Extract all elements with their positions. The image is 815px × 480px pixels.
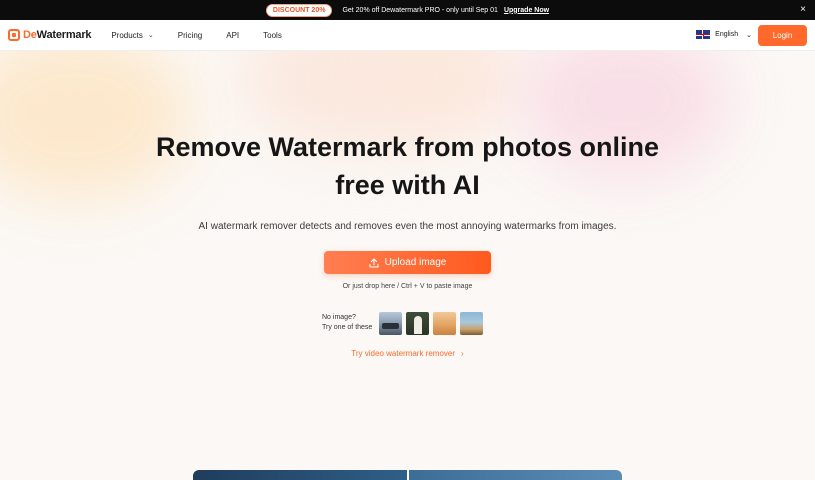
sample-thumbnail-desert[interactable] xyxy=(433,311,457,335)
preview-after xyxy=(409,470,622,480)
drop-hint: Or just drop here / Ctrl + V to paste im… xyxy=(342,283,473,290)
samples-label-line-1: No image? xyxy=(322,314,356,321)
promo-bar: DISCOUNT 20% Get 20% off Dewatermark PRO… xyxy=(0,0,815,20)
upgrade-now-link[interactable]: Upgrade Now xyxy=(504,7,549,14)
sample-images: No image? Try one of these xyxy=(322,311,487,335)
before-after-preview xyxy=(193,470,622,480)
sample-thumbnail-car[interactable] xyxy=(379,311,403,335)
page-title-line-2: free with AI xyxy=(335,170,480,200)
video-watermark-remover-link[interactable]: Try video watermark remover › xyxy=(0,349,815,358)
close-icon[interactable]: × xyxy=(797,4,809,16)
nav-api[interactable]: API xyxy=(226,31,239,40)
language-label: English xyxy=(715,31,739,38)
nav-products-label: Products xyxy=(111,30,143,40)
upload-image-button[interactable]: Upload image xyxy=(324,251,491,274)
chevron-down-icon: ⌄ xyxy=(746,31,752,39)
nav-tools[interactable]: Tools xyxy=(263,31,282,40)
sample-thumbnail-landscape[interactable] xyxy=(460,311,484,335)
page-title-line-1: Remove Watermark from photos online xyxy=(155,132,660,162)
sample-thumbnail-portrait[interactable] xyxy=(406,311,430,335)
chevron-right-icon: › xyxy=(461,349,464,358)
uk-flag-icon xyxy=(696,30,711,39)
logo[interactable]: DeWatermark xyxy=(8,29,92,41)
nav-pricing[interactable]: Pricing xyxy=(178,31,202,40)
language-selector[interactable]: English ⌄ xyxy=(696,30,752,39)
logo-icon xyxy=(8,29,20,41)
chevron-down-icon: ⌄ xyxy=(147,32,154,39)
main-nav: Products ⌄ Pricing API Tools xyxy=(111,31,306,40)
logo-text: DeWatermark xyxy=(23,29,92,41)
upload-icon xyxy=(369,257,379,268)
site-header: DeWatermark Products ⌄ Pricing API Tools… xyxy=(0,20,815,51)
preview-before xyxy=(193,470,407,480)
discount-badge: DISCOUNT 20% xyxy=(265,3,333,17)
upload-image-label: Upload image xyxy=(384,257,447,268)
nav-products[interactable]: Products ⌄ xyxy=(111,31,153,40)
samples-label: No image? Try one of these xyxy=(322,313,372,333)
hero-subtitle: AI watermark remover detects and removes… xyxy=(198,221,617,232)
samples-label-line-2: Try one of these xyxy=(322,324,373,331)
video-link-label: Try video watermark remover xyxy=(351,349,456,358)
login-button[interactable]: Login xyxy=(758,25,807,46)
promo-text: Get 20% off Dewatermark PRO - only until… xyxy=(342,6,498,14)
page-title: Remove Watermark from photos online free… xyxy=(0,128,815,204)
